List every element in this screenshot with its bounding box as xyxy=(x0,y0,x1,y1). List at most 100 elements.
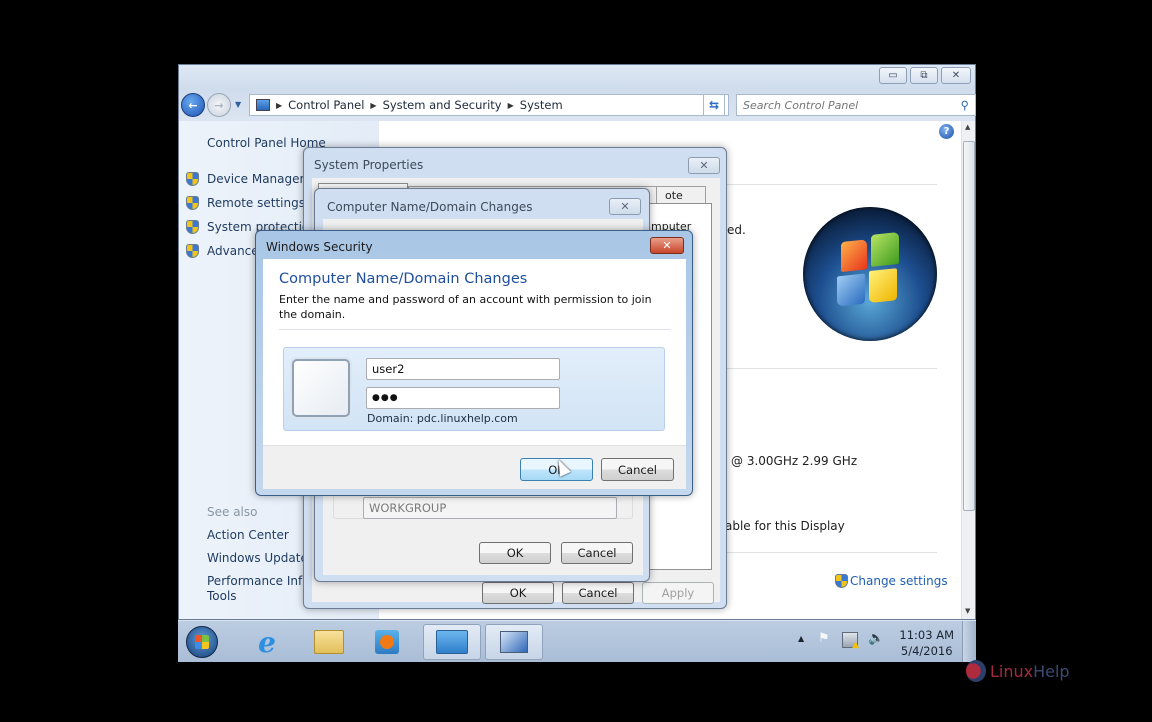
clock-date: 5/4/2016 xyxy=(900,644,953,658)
uac-shield-icon xyxy=(186,196,199,210)
action-center-link[interactable]: Action Center xyxy=(207,528,289,542)
control-panel-icon xyxy=(256,99,270,111)
dialog-title: Windows Security xyxy=(266,240,373,254)
restore-icon: ⧉ xyxy=(920,70,928,81)
cancel-button[interactable]: Cancel xyxy=(601,458,674,481)
linuxhelp-logo-icon xyxy=(966,660,986,682)
address-bar[interactable]: ▶ Control Panel ▶ System and Security ▶ … xyxy=(249,94,729,116)
close-button[interactable]: ✕ xyxy=(609,198,641,215)
breadcrumb-system-and-security[interactable]: System and Security xyxy=(383,98,502,112)
scroll-down-arrow-icon[interactable]: ▼ xyxy=(965,607,970,615)
taskbar-internet-explorer[interactable]: e xyxy=(238,624,296,660)
uac-shield-icon xyxy=(835,574,848,588)
tab-remote[interactable]: ote xyxy=(656,186,706,204)
dialog-footer: OK Cancel xyxy=(263,445,686,489)
clock-time: 11:03 AM xyxy=(899,628,954,642)
title-bar: ▭ ⧉ ✕ xyxy=(179,65,975,89)
breadcrumb-separator: ▶ xyxy=(276,100,283,110)
uac-shield-icon xyxy=(186,172,199,186)
linuxhelp-watermark: Linux Help xyxy=(966,660,1070,682)
media-player-icon xyxy=(375,630,399,654)
task-remote-settings[interactable]: Remote settings xyxy=(186,196,305,210)
search-icon: ⚲ xyxy=(960,98,969,112)
close-icon: ✕ xyxy=(620,200,630,213)
password-field[interactable] xyxy=(366,387,560,409)
workgroup-field[interactable] xyxy=(363,497,617,519)
help-button[interactable]: ? xyxy=(939,124,954,139)
change-settings-link[interactable]: Change settings xyxy=(835,574,948,588)
dialog-description: Enter the name and password of an accoun… xyxy=(279,293,652,321)
ok-button[interactable]: OK xyxy=(482,582,554,604)
refresh-icon: ⇆ xyxy=(708,98,720,112)
dialog-body: Computer Name/Domain Changes Enter the n… xyxy=(263,259,686,489)
recent-pages-dropdown[interactable]: ▼ xyxy=(235,100,241,109)
apply-button[interactable]: Apply xyxy=(642,582,714,604)
taskbar-system[interactable] xyxy=(485,624,543,660)
credential-tile[interactable]: Domain: pdc.linuxhelp.com xyxy=(283,347,665,431)
maximize-button[interactable]: ⧉ xyxy=(910,67,938,84)
minimize-icon: ▭ xyxy=(888,70,898,81)
minimize-button[interactable]: ▭ xyxy=(879,67,907,84)
volume-icon[interactable]: 🔈 xyxy=(868,631,884,646)
windows-flag-icon xyxy=(837,231,899,310)
taskbar-control-panel[interactable] xyxy=(423,624,481,660)
close-icon: ✕ xyxy=(951,70,961,81)
windows-update-link[interactable]: Windows Update xyxy=(207,551,308,565)
close-icon: ✕ xyxy=(699,159,709,172)
windows-start-orb-icon xyxy=(195,635,209,649)
search-box[interactable]: ⚲ xyxy=(736,94,976,116)
taskbar: e ▲ ⚑ ▲ 🔈 11:03 AM 5/4/2016 xyxy=(178,620,976,662)
username-field[interactable] xyxy=(366,358,560,380)
breadcrumb-control-panel[interactable]: Control Panel xyxy=(288,98,364,112)
back-arrow-icon: ← xyxy=(188,98,198,112)
pen-touch-fragment: able for this Display xyxy=(725,519,845,533)
dialog-title: Computer Name/Domain Changes xyxy=(327,200,533,214)
taskbar-windows-explorer[interactable] xyxy=(300,624,358,660)
close-button[interactable]: ✕ xyxy=(688,157,720,174)
show-desktop-button[interactable] xyxy=(962,621,976,662)
scrollbar-thumb[interactable] xyxy=(963,141,975,511)
domain-label: Domain: pdc.linuxhelp.com xyxy=(367,412,518,425)
close-button[interactable]: ✕ xyxy=(650,237,684,254)
scroll-up-arrow-icon[interactable]: ▲ xyxy=(965,123,970,131)
windows-security-dialog: Windows Security ✕ Computer Name/Domain … xyxy=(255,230,693,496)
windows-logo xyxy=(803,207,937,341)
vertical-scrollbar[interactable]: ▲ ▼ xyxy=(961,121,975,619)
task-device-manager[interactable]: Device Manager xyxy=(186,172,304,186)
navigation-bar: ← → ▼ ▶ Control Panel ▶ System and Secur… xyxy=(179,89,976,121)
close-button[interactable]: ✕ xyxy=(941,67,971,84)
folder-icon xyxy=(314,630,344,654)
search-input[interactable] xyxy=(743,98,943,112)
breadcrumb-system[interactable]: System xyxy=(520,98,563,112)
see-also-heading: See also xyxy=(207,505,258,519)
system-computer-icon xyxy=(500,631,528,653)
activation-text-fragment: ed. xyxy=(727,223,746,237)
forward-arrow-icon: → xyxy=(214,98,224,112)
start-button[interactable] xyxy=(186,626,218,658)
action-center-flag-icon[interactable]: ⚑ xyxy=(818,631,830,646)
forward-button[interactable]: → xyxy=(207,93,231,117)
refresh-button[interactable]: ⇆ xyxy=(703,94,725,116)
uac-shield-icon xyxy=(186,244,199,258)
breadcrumb-separator: ▶ xyxy=(507,100,514,110)
dialog-heading: Computer Name/Domain Changes xyxy=(279,271,528,287)
uac-shield-icon xyxy=(186,220,199,234)
system-clock[interactable]: 11:03 AM 5/4/2016 xyxy=(899,627,954,659)
processor-speed-fragment: @ 3.00GHz 2.99 GHz xyxy=(731,454,858,468)
control-panel-icon xyxy=(436,630,468,654)
show-hidden-icons-button[interactable]: ▲ xyxy=(798,634,804,643)
ok-button[interactable]: OK xyxy=(479,542,551,564)
network-warning-icon[interactable]: ▲ xyxy=(842,632,859,650)
dialog-title: System Properties xyxy=(314,158,424,172)
performance-information-link[interactable]: Performance Infor Tools xyxy=(207,574,315,604)
help-icon: ? xyxy=(943,126,950,137)
back-button[interactable]: ← xyxy=(181,93,205,117)
taskbar-media-player[interactable] xyxy=(358,624,416,660)
divider xyxy=(279,329,671,330)
breadcrumb-separator: ▶ xyxy=(370,100,377,110)
cancel-button[interactable]: Cancel xyxy=(562,582,634,604)
internet-explorer-icon: e xyxy=(258,625,276,659)
user-avatar-tile xyxy=(292,359,350,417)
cancel-button[interactable]: Cancel xyxy=(561,542,633,564)
close-icon: ✕ xyxy=(662,239,672,252)
